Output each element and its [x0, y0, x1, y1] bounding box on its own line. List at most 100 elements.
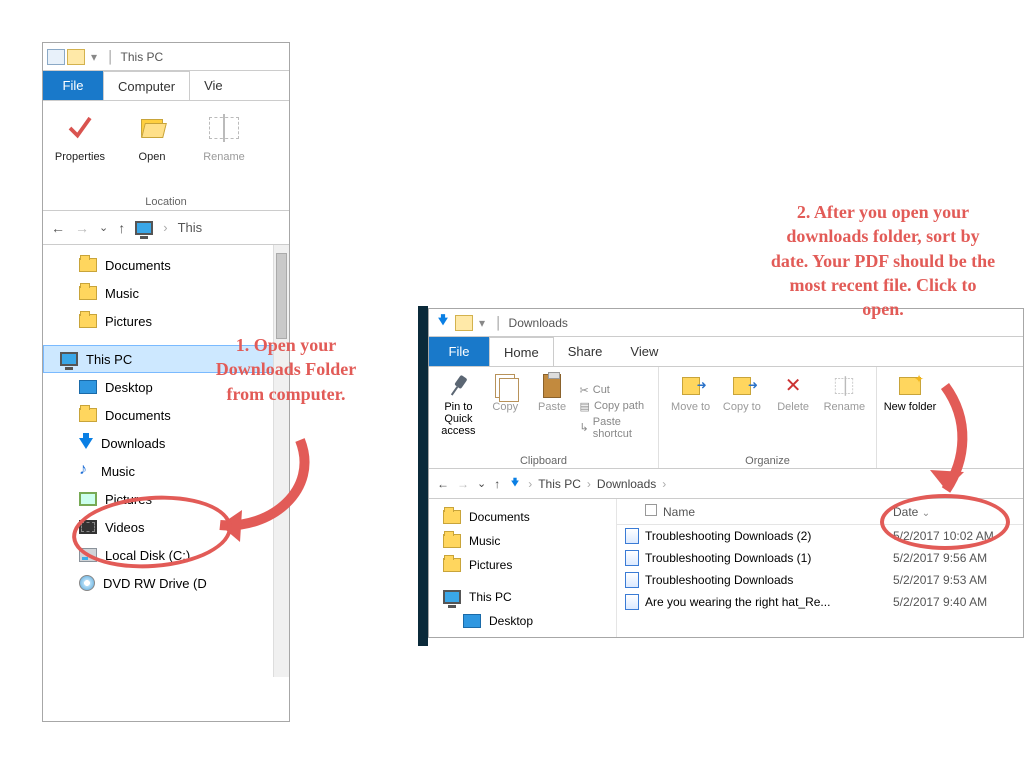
tree-label: Desktop	[105, 380, 153, 395]
col-label: Name	[663, 505, 695, 519]
delete-icon: ✕	[780, 373, 806, 399]
paste-label: Paste	[538, 401, 566, 413]
up-button[interactable]: ↑	[494, 477, 500, 491]
folder-icon	[443, 534, 461, 548]
pasteshortcut-button: ↳Paste shortcut	[580, 416, 652, 440]
tree-label: Documents	[105, 258, 171, 273]
qat-folder-icon[interactable]	[67, 49, 85, 65]
open-label: Open	[139, 151, 166, 163]
tree-label: Music	[105, 286, 139, 301]
properties-label: Properties	[55, 151, 105, 163]
tab-share[interactable]: Share	[554, 337, 617, 366]
history-dropdown-icon[interactable]: ⌄	[99, 221, 108, 234]
nav-label: Documents	[469, 510, 530, 524]
nav-music[interactable]: Music	[429, 529, 616, 553]
download-arrow-icon	[79, 438, 93, 449]
clipboard-mini: ✂Cut ▤Copy path ↳Paste shortcut	[576, 371, 652, 452]
title-bar: ▾ │ This PC	[43, 43, 289, 71]
download-arrow-icon	[511, 480, 519, 486]
rename-button: Rename	[819, 371, 870, 452]
forward-button: →	[75, 220, 89, 236]
history-dropdown-icon[interactable]: ⌄	[477, 477, 486, 490]
copypath-icon: ▤	[580, 400, 590, 413]
pin-icon	[445, 373, 471, 399]
scissors-icon: ✂	[580, 384, 589, 397]
checkmark-icon	[63, 111, 97, 145]
tree-label: Documents	[105, 408, 171, 423]
qat-dropdown-icon[interactable]: ▾	[475, 316, 489, 330]
tree-item-dvd[interactable]: DVD RW Drive (D	[43, 569, 289, 597]
tree-item-music[interactable]: Music	[43, 279, 289, 307]
download-arrow-icon[interactable]	[436, 316, 450, 330]
tab-home[interactable]: Home	[489, 337, 554, 366]
document-icon	[625, 550, 639, 566]
nav-label: Pictures	[469, 558, 512, 572]
nav-desktop[interactable]: Desktop	[429, 609, 616, 633]
copy-label: Copy	[492, 401, 518, 413]
qat-monitor-icon[interactable]	[47, 49, 65, 65]
file-row[interactable]: Troubleshooting Downloads5/2/2017 9:53 A…	[617, 569, 1023, 591]
rename-label: Rename	[203, 151, 245, 163]
file-name: Troubleshooting Downloads	[645, 573, 793, 587]
file-name: Troubleshooting Downloads (1)	[645, 551, 811, 565]
group-clipboard: Clipboard	[429, 455, 658, 467]
quick-access-toolbar: ▾	[433, 315, 489, 331]
tree-item-pictures[interactable]: Pictures	[43, 307, 289, 335]
file-name: Troubleshooting Downloads (2)	[645, 529, 811, 543]
nav-thispc[interactable]: This PC	[429, 585, 616, 609]
nav-pictures[interactable]: Pictures	[429, 553, 616, 577]
folder-icon	[443, 510, 461, 524]
pin-button[interactable]: Pin to Quick access	[435, 371, 482, 452]
ribbon-group-location: Location	[43, 196, 289, 208]
column-name[interactable]: Name	[617, 504, 893, 519]
moveto-label: Move to	[671, 401, 710, 413]
document-icon	[625, 528, 639, 544]
crumb-downloads[interactable]: Downloads	[597, 477, 656, 491]
nav-label: This PC	[469, 590, 512, 604]
tab-view[interactable]: Vie	[190, 71, 237, 100]
pictures-icon	[79, 492, 97, 506]
properties-button[interactable]: Properties	[51, 107, 109, 208]
monitor-icon	[60, 352, 78, 366]
qat-folder-icon[interactable]	[455, 315, 473, 331]
rename-label: Rename	[824, 401, 866, 413]
tab-file[interactable]: File	[429, 337, 489, 366]
file-name: Are you wearing the right hat_Re...	[645, 595, 830, 609]
file-row[interactable]: Are you wearing the right hat_Re...5/2/2…	[617, 591, 1023, 613]
breadcrumb[interactable]: › This PC › Downloads ›	[508, 477, 666, 491]
copypath-label: Copy path	[594, 400, 644, 412]
back-button[interactable]: ←	[437, 477, 449, 491]
disc-icon	[79, 575, 95, 591]
delete-button: ✕ Delete	[768, 371, 819, 452]
tab-computer[interactable]: Computer	[103, 71, 190, 100]
forward-button: →	[457, 477, 469, 491]
breadcrumb[interactable]: This	[178, 220, 203, 235]
scrollbar-thumb[interactable]	[276, 253, 287, 339]
tab-view[interactable]: View	[616, 337, 672, 366]
music-note-icon: ♪	[79, 463, 93, 479]
quick-access-toolbar: ▾	[47, 49, 101, 65]
moveto-button: Move to	[665, 371, 716, 452]
up-button[interactable]: ↑	[118, 220, 125, 236]
back-button[interactable]: ←	[51, 220, 65, 236]
file-row[interactable]: Troubleshooting Downloads (1)5/2/2017 9:…	[617, 547, 1023, 569]
nav-label: Music	[469, 534, 500, 548]
annotation-step1: 1. Open your Downloads Folder from compu…	[206, 333, 366, 406]
tree-item-documents[interactable]: Documents	[43, 251, 289, 279]
nav-documents[interactable]: Documents	[429, 505, 616, 529]
qat-dropdown-icon[interactable]: ▾	[87, 50, 101, 64]
monitor-icon	[443, 590, 461, 604]
tab-file[interactable]: File	[43, 71, 103, 100]
monitor-icon	[135, 221, 153, 235]
rename-icon	[831, 373, 857, 399]
crumb-thispc[interactable]: This PC	[538, 477, 581, 491]
move-icon	[678, 373, 704, 399]
annotation-circle-date	[880, 494, 1010, 550]
rename-icon	[207, 111, 241, 145]
pasteshortcut-label: Paste shortcut	[593, 416, 652, 440]
select-all-checkbox[interactable]	[645, 504, 657, 516]
folder-icon	[79, 258, 97, 272]
nav-label: Desktop	[489, 614, 533, 628]
open-button[interactable]: Open	[123, 107, 181, 208]
desktop-icon	[463, 614, 481, 628]
